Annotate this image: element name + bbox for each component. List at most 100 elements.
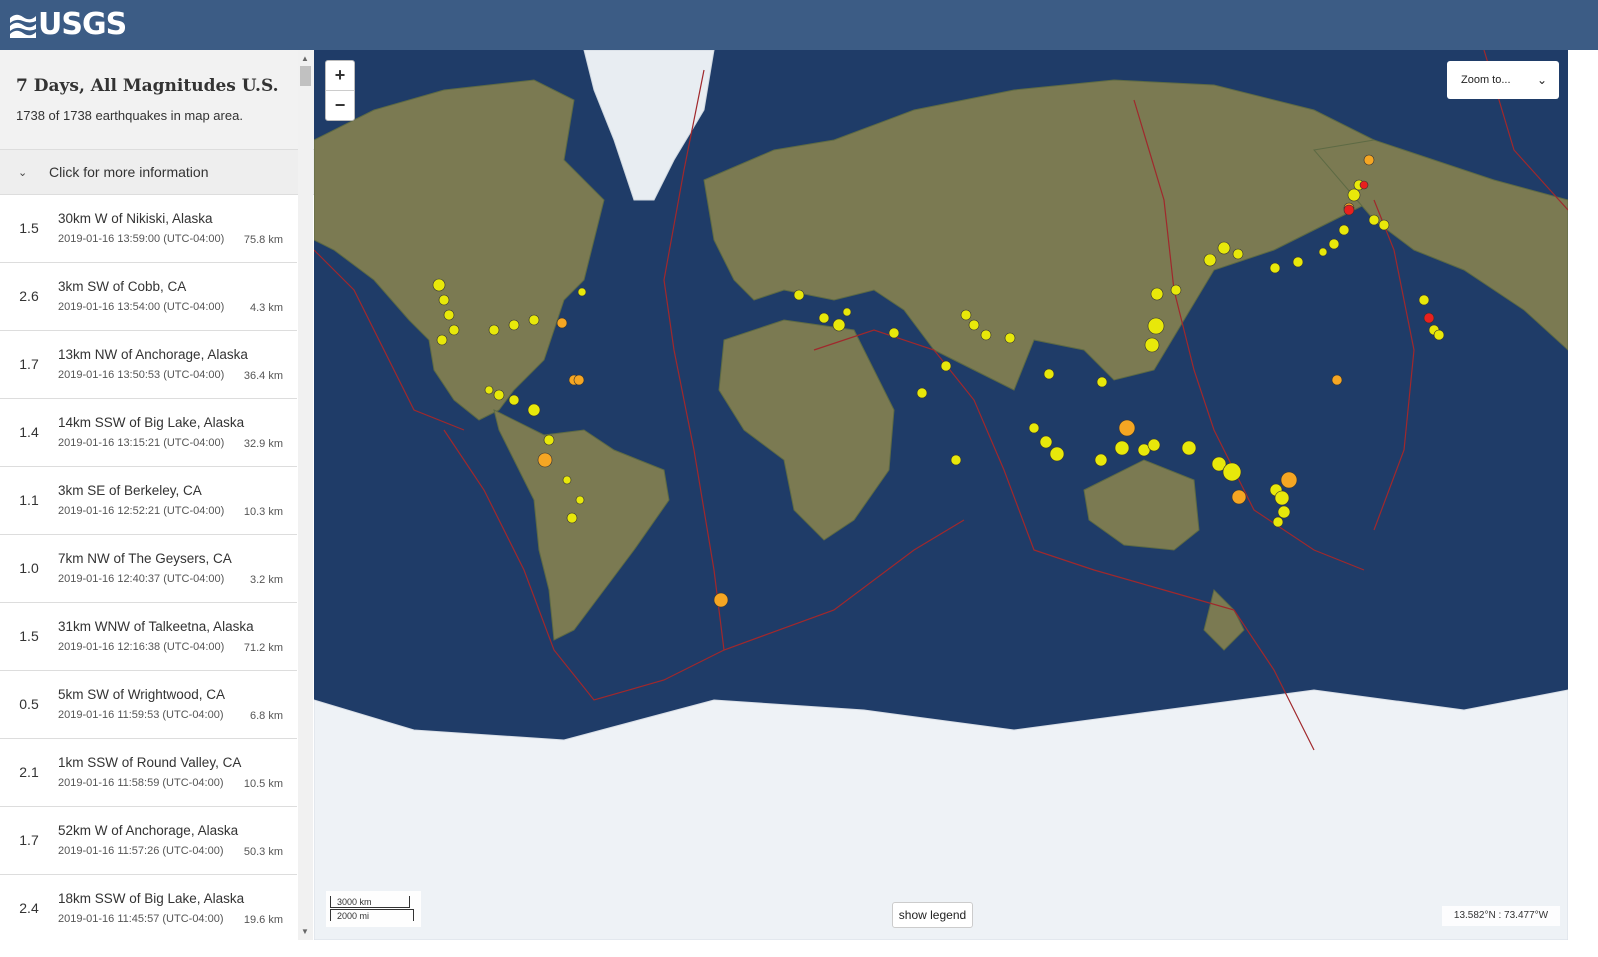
earthquake-marker[interactable] (1049, 446, 1065, 462)
earthquake-marker[interactable] (1150, 287, 1164, 301)
list-item[interactable]: 1.0 7km NW of The Geysers, CA 2019-01-16 1… (0, 535, 297, 603)
earthquake-map[interactable] (314, 50, 1568, 940)
earthquake-marker[interactable] (575, 495, 585, 505)
world-map[interactable] (314, 50, 1568, 940)
earthquake-marker[interactable] (508, 394, 520, 406)
earthquake-marker[interactable] (1217, 241, 1231, 255)
earthquake-marker[interactable] (556, 317, 568, 329)
earthquake-marker[interactable] (1338, 224, 1350, 236)
scroll-down-icon[interactable]: ▼ (301, 927, 309, 936)
earthquake-marker[interactable] (443, 309, 455, 321)
earthquake-marker[interactable] (566, 512, 578, 524)
scroll-up-icon[interactable]: ▲ (301, 54, 309, 63)
zoom-out-button[interactable]: − (326, 91, 354, 120)
earthquake-marker[interactable] (968, 319, 980, 331)
earthquake-marker[interactable] (1181, 440, 1197, 456)
list-scrollbar[interactable]: ▲ ▼ (298, 50, 313, 940)
earthquake-marker[interactable] (1039, 435, 1053, 449)
earthquake-marker[interactable] (1118, 419, 1136, 437)
earthquake-marker[interactable] (1433, 329, 1445, 341)
earthquake-marker[interactable] (1114, 440, 1130, 456)
earthquake-marker[interactable] (1147, 438, 1161, 452)
earthquake-marker[interactable] (577, 287, 587, 297)
earthquake-marker[interactable] (1274, 490, 1290, 506)
show-legend-button[interactable]: show legend (892, 902, 973, 928)
earthquake-marker[interactable] (537, 452, 553, 468)
earthquake-marker[interactable] (1094, 453, 1108, 467)
usgs-logo[interactable]: USGS (10, 8, 127, 42)
earthquake-marker[interactable] (1269, 262, 1281, 274)
earthquake-marker[interactable] (1096, 376, 1108, 388)
event-depth: 71.2 km (243, 642, 283, 654)
earthquake-marker[interactable] (1280, 471, 1298, 489)
scrollbar-thumb[interactable] (300, 66, 311, 86)
earthquake-marker[interactable] (1043, 368, 1055, 380)
event-depth: 6.8 km (249, 710, 283, 722)
magnitude: 1.7 (19, 356, 39, 372)
earthquake-marker[interactable] (436, 334, 448, 346)
earthquake-marker[interactable] (842, 307, 852, 317)
earthquake-marker[interactable] (527, 403, 541, 417)
earthquake-marker[interactable] (448, 324, 460, 336)
chevron-down-icon: ⌄ (1536, 73, 1547, 87)
list-item[interactable]: 1.5 30km W of Nikiski, Alaska 2019-01-16 1… (0, 195, 297, 263)
earthquake-marker[interactable] (1222, 462, 1242, 482)
list-item[interactable]: 1.4 14km SSW of Big Lake, Alaska 2019-01-1… (0, 399, 297, 467)
zoom-to-select[interactable]: Zoom to... ⌄ (1447, 61, 1559, 99)
earthquake-marker[interactable] (713, 592, 729, 608)
earthquake-marker[interactable] (1232, 248, 1244, 260)
earthquake-marker[interactable] (1272, 516, 1284, 528)
earthquake-marker[interactable] (1363, 154, 1375, 166)
earthquake-marker[interactable] (940, 360, 952, 372)
list-item[interactable]: 1.1 3km SE of Berkeley, CA 2019-01-16 12:5… (0, 467, 297, 535)
more-info-toggle[interactable]: ⌄ Click for more information (0, 150, 314, 195)
earthquake-marker[interactable] (980, 329, 992, 341)
earthquake-marker[interactable] (1331, 374, 1343, 386)
usgs-wave-icon (10, 14, 36, 38)
earthquake-marker[interactable] (950, 454, 962, 466)
earthquake-marker[interactable] (1231, 489, 1247, 505)
earthquake-marker[interactable] (1277, 505, 1291, 519)
list-item[interactable]: 0.5 5km SW of Wrightwood, CA 2019-01-16 11… (0, 671, 297, 739)
earthquake-marker[interactable] (1170, 284, 1182, 296)
earthquake-marker[interactable] (1203, 253, 1217, 267)
earthquake-marker[interactable] (1343, 204, 1355, 216)
earthquake-marker[interactable] (573, 374, 585, 386)
earthquake-marker[interactable] (960, 309, 972, 321)
earthquake-marker[interactable] (1144, 337, 1160, 353)
earthquake-marker[interactable] (1028, 422, 1040, 434)
list-item[interactable]: 2.1 1km SSW of Round Valley, CA 2019-01-16… (0, 739, 297, 807)
earthquake-marker[interactable] (1418, 294, 1430, 306)
earthquake-marker[interactable] (1328, 238, 1340, 250)
earthquake-marker[interactable] (818, 312, 830, 324)
earthquake-marker[interactable] (1292, 256, 1304, 268)
earthquake-marker[interactable] (493, 389, 505, 401)
earthquake-marker[interactable] (438, 294, 450, 306)
earthquake-marker[interactable] (888, 327, 900, 339)
list-item[interactable]: 2.4 18km SSW of Big Lake, Alaska 2019-01-1… (0, 875, 297, 940)
earthquake-marker[interactable] (1423, 312, 1435, 324)
list-item[interactable]: 1.7 13km NW of Anchorage, Alaska 2019-01-1… (0, 331, 297, 399)
list-item[interactable]: 1.7 52km W of Anchorage, Alaska 2019-01-16… (0, 807, 297, 875)
earthquake-marker[interactable] (432, 278, 446, 292)
earthquake-marker[interactable] (1004, 332, 1016, 344)
earthquake-marker[interactable] (1368, 214, 1380, 226)
earthquake-marker[interactable] (562, 475, 572, 485)
earthquake-marker[interactable] (1359, 180, 1369, 190)
event-time: 2019-01-16 11:58:59 (UTC-04:00) (58, 777, 224, 789)
earthquake-marker[interactable] (484, 385, 494, 395)
earthquake-marker[interactable] (916, 387, 928, 399)
earthquake-marker[interactable] (832, 318, 846, 332)
zoom-in-button[interactable]: + (326, 61, 354, 91)
earthquake-marker[interactable] (793, 289, 805, 301)
earthquake-marker[interactable] (508, 319, 520, 331)
list-item[interactable]: 1.5 31km WNW of Talkeetna, Alaska 2019-01-… (0, 603, 297, 671)
list-item[interactable]: 2.6 3km SW of Cobb, CA 2019-01-16 13:54:00… (0, 263, 297, 331)
earthquake-marker[interactable] (543, 434, 555, 446)
earthquake-marker[interactable] (1318, 247, 1328, 257)
earthquake-marker[interactable] (1347, 188, 1361, 202)
earthquake-marker[interactable] (528, 314, 540, 326)
earthquake-marker[interactable] (1378, 219, 1390, 231)
earthquake-marker[interactable] (1147, 317, 1165, 335)
earthquake-marker[interactable] (488, 324, 500, 336)
